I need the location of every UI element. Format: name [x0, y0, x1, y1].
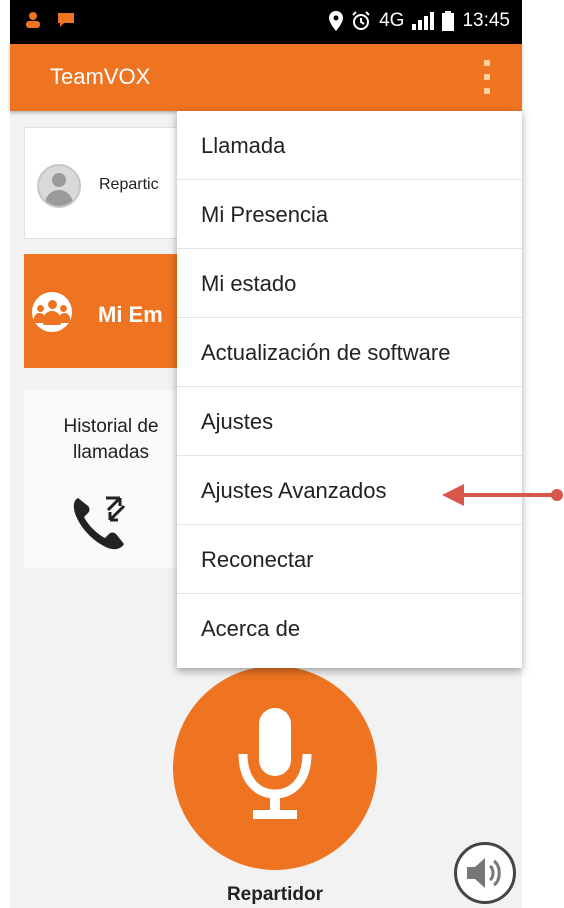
speaker-icon — [467, 858, 501, 888]
more-vertical-icon[interactable] — [480, 60, 494, 94]
menu-item-actualizacion-software[interactable]: Actualización de software — [177, 318, 522, 387]
clock: 13:45 — [462, 10, 510, 31]
menu-item-ajustes[interactable]: Ajustes — [177, 387, 522, 456]
battery-icon — [442, 11, 455, 31]
menu-item-mi-presencia[interactable]: Mi Presencia — [177, 180, 522, 249]
overflow-menu: Llamada Mi Presencia Mi estado Actualiza… — [177, 111, 522, 668]
ptt-target-label: Repartidor — [226, 884, 324, 905]
menu-item-acerca-de[interactable]: Acerca de — [177, 594, 522, 663]
location-icon — [329, 11, 344, 31]
push-to-talk-button[interactable] — [173, 666, 377, 870]
contact-label: Repartic — [99, 176, 159, 193]
call-history-icon — [73, 496, 126, 550]
app-title: TeamVOX — [50, 64, 151, 89]
call-history-label: Historial de llamadas — [63, 416, 159, 463]
speaker-button[interactable] — [454, 842, 516, 904]
avatar — [37, 164, 81, 208]
team-label: Mi Em — [98, 302, 163, 327]
phone-screen: 4G 13:45 TeamVOX Repartic Mi Em Historia… — [10, 0, 522, 908]
menu-item-reconectar[interactable]: Reconectar — [177, 525, 522, 594]
menu-item-mi-estado[interactable]: Mi estado — [177, 249, 522, 318]
annotation-arrow-icon — [442, 484, 563, 506]
menu-item-llamada[interactable]: Llamada — [177, 111, 522, 180]
alarm-icon — [352, 11, 370, 30]
app-bar: TeamVOX — [10, 44, 522, 111]
status-bar: 4G 13:45 — [10, 0, 522, 44]
network-type: 4G — [379, 10, 405, 31]
signal-icon — [412, 12, 435, 30]
group-icon — [32, 292, 72, 332]
person-notification-icon — [26, 12, 40, 28]
chat-notification-icon — [58, 13, 74, 27]
microphone-icon — [238, 708, 312, 819]
